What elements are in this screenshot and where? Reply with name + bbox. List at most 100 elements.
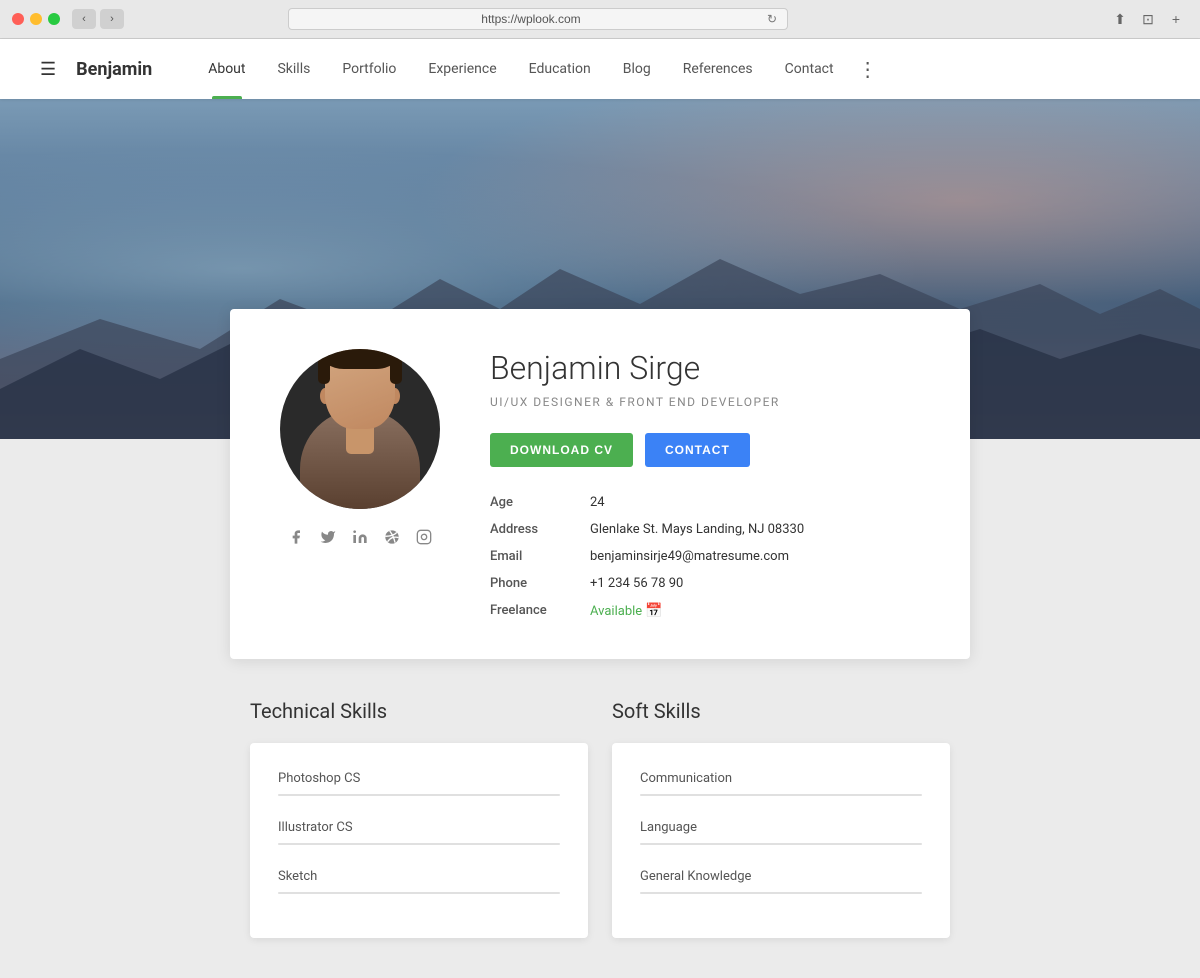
nav-link-education[interactable]: Education [513, 39, 607, 99]
skill-illustrator-track[interactable] [278, 843, 560, 845]
skills-wrapper: Technical Skills Photoshop CS Illustrato… [230, 699, 970, 938]
soft-skills-card: Communication Language [612, 743, 950, 938]
nav-link-portfolio[interactable]: Portfolio [326, 39, 412, 99]
address-row: Address Glenlake St. Mays Landing, NJ 08… [490, 522, 930, 537]
phone-value: +1 234 56 78 90 [590, 576, 683, 591]
technical-skills-card: Photoshop CS Illustrator CS [250, 743, 588, 938]
age-value: 24 [590, 495, 605, 510]
nav-link-skills[interactable]: Skills [261, 39, 326, 99]
skill-illustrator-thumb [491, 837, 505, 851]
skill-language-thumb [881, 837, 895, 851]
skill-general-knowledge-label: General Knowledge [640, 869, 922, 884]
email-label: Email [490, 549, 590, 564]
profile-name: Benjamin Sirge [490, 349, 930, 387]
skill-photoshop-fill [278, 794, 461, 796]
freelance-label: Freelance [490, 603, 590, 619]
age-row: Age 24 [490, 495, 930, 510]
email-value: benjaminsirje49@matresume.com [590, 549, 789, 564]
email-row: Email benjaminsirje49@matresume.com [490, 549, 930, 564]
nav-links: About Skills Portfolio Experience Educat… [192, 39, 849, 99]
phone-label: Phone [490, 576, 590, 591]
nav-link-contact[interactable]: Contact [769, 39, 850, 99]
close-button[interactable] [12, 13, 24, 25]
soft-skills-title: Soft Skills [612, 699, 950, 723]
skill-general-knowledge-track[interactable] [640, 892, 922, 894]
skill-general-knowledge: General Knowledge [640, 869, 922, 894]
skill-photoshop-label: Photoshop CS [278, 771, 560, 786]
skill-illustrator: Illustrator CS [278, 820, 560, 845]
profile-actions: DOWNLOAD CV CONTACT [490, 433, 930, 467]
skill-general-knowledge-fill [640, 892, 880, 894]
phone-row: Phone +1 234 56 78 90 [490, 576, 930, 591]
avatar [280, 349, 440, 509]
skill-general-knowledge-thumb [873, 886, 887, 900]
technical-skills-column: Technical Skills Photoshop CS Illustrato… [250, 699, 588, 938]
site-brand[interactable]: Benjamin [76, 59, 152, 80]
nav-buttons: ‹ › [72, 9, 124, 29]
maximize-button[interactable] [48, 13, 60, 25]
skill-illustrator-fill [278, 843, 498, 845]
forward-button[interactable]: › [100, 9, 124, 29]
skill-sketch-thumb [426, 886, 440, 900]
freelance-value: Available 📅 [590, 603, 663, 619]
portrait-hair-side-left [318, 349, 330, 384]
age-label: Age [490, 495, 590, 510]
profile-card: Benjamin Sirge UI/UX DESIGNER & FRONT EN… [230, 309, 970, 659]
available-icon: 📅 [645, 603, 662, 619]
browser-actions: ⬆ ⊡ + [1108, 9, 1188, 29]
skill-language-track[interactable] [640, 843, 922, 845]
skill-sketch-track[interactable] [278, 892, 560, 894]
skill-communication-label: Communication [640, 771, 922, 786]
skill-communication: Communication [640, 771, 922, 796]
refresh-icon[interactable]: ↻ [767, 12, 777, 26]
skill-sketch: Sketch [278, 869, 560, 894]
portrait-hair-side-right [390, 356, 402, 384]
url-input[interactable] [299, 12, 763, 26]
nav-link-about[interactable]: About [192, 39, 261, 99]
twitter-icon[interactable] [320, 529, 336, 549]
profile-left [270, 349, 450, 549]
skill-language: Language [640, 820, 922, 845]
skill-photoshop-thumb [454, 788, 468, 802]
address-bar: ↻ [288, 8, 788, 30]
soft-skills-column: Soft Skills Communication Language [612, 699, 950, 938]
browser-chrome: ‹ › ↻ ⬆ ⊡ + [0, 0, 1200, 39]
share-button[interactable]: ⬆ [1108, 9, 1132, 29]
more-options-icon[interactable]: ⋮ [858, 57, 878, 81]
skills-section: Technical Skills Photoshop CS Illustrato… [0, 659, 1200, 978]
social-icons [288, 529, 432, 549]
linkedin-icon[interactable] [352, 529, 368, 549]
nav-link-blog[interactable]: Blog [607, 39, 667, 99]
add-tab-button[interactable]: + [1164, 9, 1188, 29]
skill-communication-fill [640, 794, 871, 796]
facebook-icon[interactable] [288, 529, 304, 549]
available-text: Available [590, 604, 642, 619]
skill-photoshop-track[interactable] [278, 794, 560, 796]
skill-sketch-fill [278, 892, 433, 894]
back-button[interactable]: ‹ [72, 9, 96, 29]
profile-card-wrapper: Benjamin Sirge UI/UX DESIGNER & FRONT EN… [0, 309, 1200, 659]
technical-skills-title: Technical Skills [250, 699, 588, 723]
instagram-icon[interactable] [416, 529, 432, 549]
dribbble-icon[interactable] [384, 529, 400, 549]
skill-communication-thumb [864, 788, 878, 802]
skill-language-label: Language [640, 820, 922, 835]
nav-link-experience[interactable]: Experience [412, 39, 512, 99]
portrait-hair [320, 349, 400, 369]
hamburger-icon[interactable]: ☰ [40, 59, 56, 80]
profile-title: UI/UX DESIGNER & FRONT END DEVELOPER [490, 395, 930, 409]
profile-details: Age 24 Address Glenlake St. Mays Landing… [490, 495, 930, 619]
skill-illustrator-label: Illustrator CS [278, 820, 560, 835]
skills-grid: Technical Skills Photoshop CS Illustrato… [250, 699, 950, 938]
skill-communication-track[interactable] [640, 794, 922, 796]
nav-link-references[interactable]: References [667, 39, 769, 99]
new-tab-button[interactable]: ⊡ [1136, 9, 1160, 29]
skill-sketch-label: Sketch [278, 869, 560, 884]
contact-button[interactable]: CONTACT [645, 433, 750, 467]
download-cv-button[interactable]: DOWNLOAD CV [490, 433, 633, 467]
freelance-row: Freelance Available 📅 [490, 603, 930, 619]
address-value: Glenlake St. Mays Landing, NJ 08330 [590, 522, 804, 537]
minimize-button[interactable] [30, 13, 42, 25]
site-nav: ☰ Benjamin About Skills Portfolio Experi… [0, 39, 1200, 99]
traffic-lights [12, 13, 60, 25]
